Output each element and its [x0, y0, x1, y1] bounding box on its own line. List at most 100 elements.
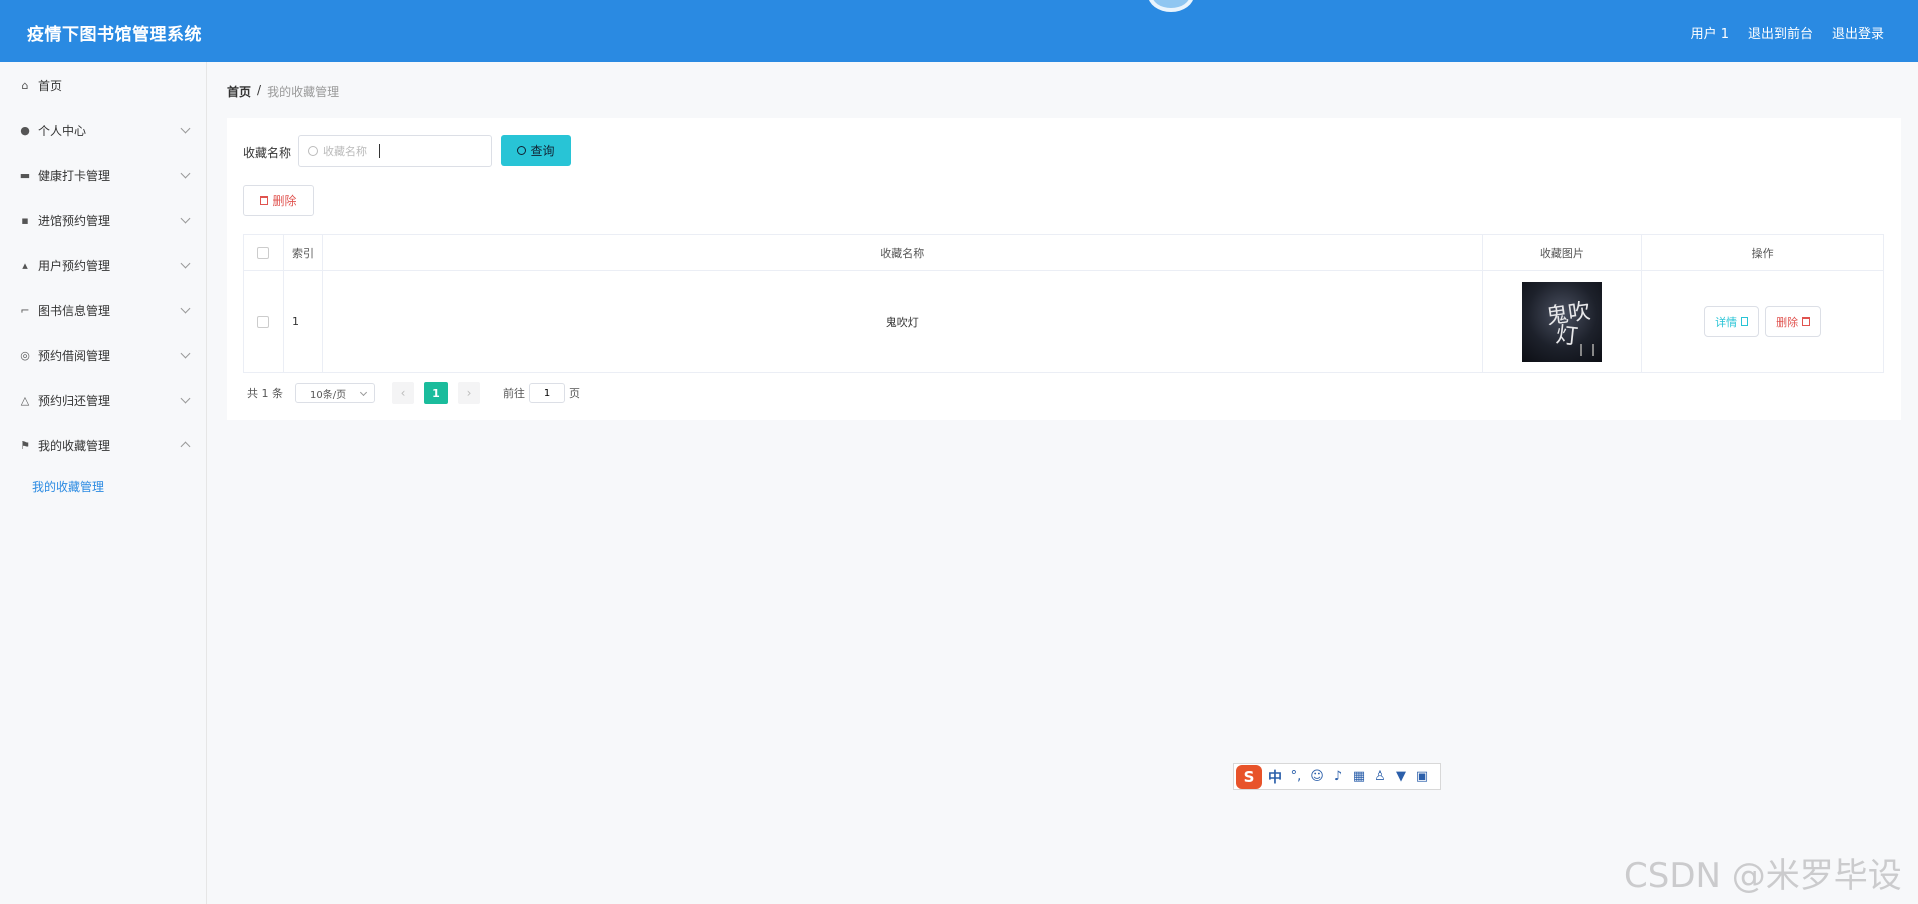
app-title: 疫情下图书馆管理系统: [27, 25, 202, 45]
prev-page-button[interactable]: ‹: [392, 382, 414, 404]
breadcrumb-current: 我的收藏管理: [267, 85, 340, 99]
sidebar-menu: ⌂ 首页 ● 个人中心 ▬ 健康打卡管理 ▪ 进馆预约管理 ▴ 用户预约管理 ⌐…: [0, 62, 207, 904]
chevron-down-icon: [180, 348, 191, 359]
column-header-index: 索引: [284, 235, 323, 270]
keyboard-icon[interactable]: ▦: [1351, 769, 1367, 785]
sidebar-item-label: 首页: [38, 78, 63, 93]
favorites-table: 索引 收藏名称 收藏图片 操作 1 鬼吹灯 鬼吹 灯 详情 删除: [243, 234, 1884, 373]
flag-icon: ⚑: [20, 438, 30, 452]
row-index: 1: [284, 271, 323, 372]
row-actions: 详情 删除: [1642, 271, 1883, 372]
row-delete-button[interactable]: 删除: [1765, 306, 1822, 337]
breadcrumb: 首页 / 我的收藏管理: [227, 83, 339, 100]
chevron-up-icon: [180, 441, 191, 452]
row-select-cell: [244, 271, 284, 372]
page-size-select[interactable]: 10条/页: [295, 383, 375, 403]
content-card: 收藏名称 查询 删除 索引 收藏名称 收藏图片 操作 1 鬼吹灯: [227, 118, 1901, 420]
sidebar-item-label: 我的收藏管理: [38, 438, 111, 453]
thumbs-up-icon: ▴: [22, 258, 28, 272]
search-icon: [517, 146, 527, 155]
breadcrumb-separator: /: [257, 83, 262, 97]
chevron-down-icon: [180, 303, 191, 314]
column-header-image: 收藏图片: [1483, 235, 1643, 270]
text-cursor-icon: [379, 144, 380, 158]
chevron-down-icon: [180, 168, 191, 179]
row-image-cell: 鬼吹 灯: [1483, 271, 1643, 372]
emoji-icon[interactable]: ☺: [1309, 769, 1325, 785]
search-label: 收藏名称: [243, 146, 292, 160]
table-header: 索引 收藏名称 收藏图片 操作: [244, 235, 1883, 271]
skin-shirt-icon[interactable]: ▼: [1393, 769, 1409, 785]
book-cover-image[interactable]: 鬼吹 灯: [1521, 281, 1602, 362]
row-checkbox[interactable]: [257, 315, 270, 328]
chevron-down-icon: [180, 123, 191, 134]
sidebar-item-label: 健康打卡管理: [38, 168, 111, 183]
chevron-down-icon: [180, 213, 191, 224]
column-header-actions: 操作: [1751, 246, 1774, 260]
crop-icon: ⌐: [20, 303, 30, 317]
select-all-checkbox[interactable]: [257, 246, 270, 259]
trash-icon: [1802, 317, 1811, 326]
header-links: 用户 1 退出到前台 退出登录: [1691, 23, 1884, 42]
compass-icon: ◎: [20, 348, 30, 362]
column-header-name: 收藏名称: [323, 235, 1483, 270]
sidebar-item-label: 进馆预约管理: [38, 213, 111, 228]
sidebar-item-borrow-reservation[interactable]: ◎ 预约借阅管理: [0, 340, 207, 370]
query-button[interactable]: 查询: [501, 135, 571, 166]
search-input[interactable]: [323, 142, 483, 160]
user-icon: ●: [20, 123, 30, 137]
row-name: 鬼吹灯: [323, 271, 1483, 372]
sidebar-item-label: 预约借阅管理: [38, 348, 111, 363]
chevron-down-icon: [180, 258, 191, 269]
watermark: CSDN @米罗毕设: [1624, 856, 1902, 896]
sidebar-item-home[interactable]: ⌂ 首页: [0, 70, 207, 100]
chevron-down-icon: [180, 393, 191, 404]
punctuation-toggle[interactable]: °,: [1288, 769, 1304, 785]
table-row: 1 鬼吹灯 鬼吹 灯 详情 删除: [244, 271, 1883, 372]
batch-delete-label: 删除: [272, 194, 297, 208]
pagination: 共 1 条 10条/页 ‹ 1 › 前往 页: [247, 382, 580, 404]
document-icon: [1741, 317, 1749, 326]
back-to-frontend-link[interactable]: 退出到前台: [1748, 23, 1813, 42]
comment-icon: ▪: [21, 213, 29, 227]
sidebar-item-my-favorites[interactable]: ⚑ 我的收藏管理: [0, 430, 207, 460]
pagination-total: 共 1 条: [247, 387, 283, 400]
microphone-icon[interactable]: ♪: [1330, 769, 1346, 785]
ticket-icon: ▬: [19, 168, 31, 182]
next-page-button[interactable]: ›: [458, 382, 480, 404]
sidebar-item-entry-reservation[interactable]: ▪ 进馆预约管理: [0, 205, 207, 235]
sidebar-subitem-my-favorites[interactable]: 我的收藏管理: [32, 478, 104, 495]
toolbox-grid-icon[interactable]: ▣: [1414, 769, 1430, 785]
sidebar-item-personal-center[interactable]: ● 个人中心: [0, 115, 207, 145]
user-avatar-icon[interactable]: ♙: [1372, 769, 1388, 785]
goto-page-input[interactable]: [529, 383, 565, 403]
page-suffix: 页: [569, 387, 580, 400]
chevron-down-icon: [359, 388, 368, 397]
page-number-1[interactable]: 1: [424, 382, 448, 404]
breadcrumb-home[interactable]: 首页: [227, 83, 251, 100]
logout-link[interactable]: 退出登录: [1832, 23, 1884, 42]
header-avatar-icon: [1148, 0, 1194, 12]
sogou-logo-icon[interactable]: S: [1236, 764, 1262, 789]
cover-title-text-2: 灯: [1554, 322, 1579, 350]
goto-label: 前往: [503, 387, 525, 400]
sidebar-item-return-reservation[interactable]: △ 预约归还管理: [0, 385, 207, 415]
sidebar-item-label: 用户预约管理: [38, 258, 111, 273]
sidebar-item-book-info[interactable]: ⌐ 图书信息管理: [0, 295, 207, 325]
row-delete-label: 删除: [1776, 315, 1799, 329]
chinese-mode-toggle[interactable]: 中: [1267, 769, 1283, 786]
search-field[interactable]: [298, 135, 492, 167]
top-header-bar: 疫情下图书馆管理系统 用户 1 退出到前台 退出登录: [0, 0, 1918, 62]
sidebar-item-user-reservation[interactable]: ▴ 用户预约管理: [0, 250, 207, 280]
current-user-link[interactable]: 用户 1: [1691, 23, 1729, 42]
sidebar-item-health-checkin[interactable]: ▬ 健康打卡管理: [0, 160, 207, 190]
search-icon: [308, 146, 318, 156]
sidebar-item-label: 预约归还管理: [38, 393, 111, 408]
detail-button[interactable]: 详情: [1704, 306, 1760, 337]
batch-delete-button[interactable]: 删除: [243, 185, 314, 216]
ime-toolbar: S 中 °, ☺ ♪ ▦ ♙ ▼ ▣: [1233, 763, 1441, 790]
sidebar-item-label: 个人中心: [38, 123, 87, 138]
detail-button-label: 详情: [1715, 315, 1738, 329]
page-size-value: 10条/页: [310, 389, 347, 401]
query-button-label: 查询: [530, 144, 555, 158]
